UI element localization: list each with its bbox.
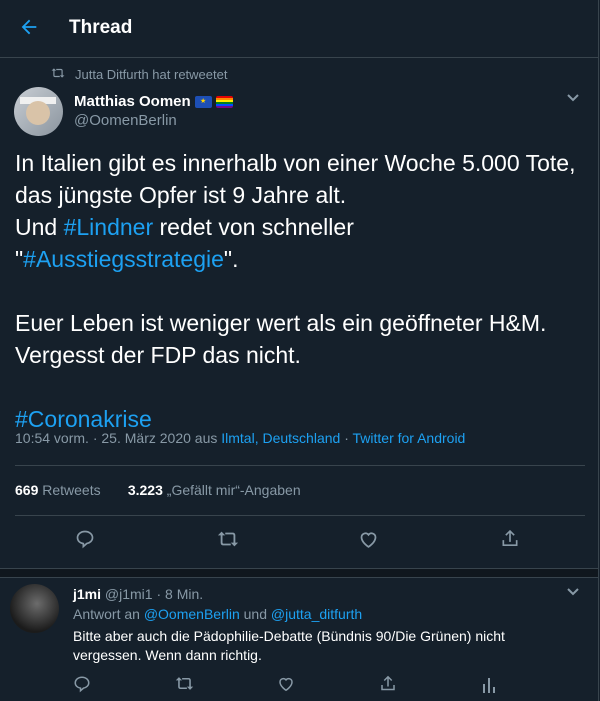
chevron-down-icon[interactable] [566,90,580,106]
retweet-notice-text: Jutta Ditfurth hat retweetet [75,67,228,82]
retweet-notice[interactable]: Jutta Ditfurth hat retweetet [51,67,227,82]
hashtag-ausstiegsstrategie[interactable]: #Ausstiegsstrategie [23,246,224,272]
eu-flag-icon: ★ [194,95,212,108]
reply-to: Antwort an @OomenBerlin und @jutta_ditfu… [73,606,363,622]
like-icon[interactable] [358,529,379,549]
share-icon[interactable] [500,528,520,549]
tweet-line: Euer Leben ist weniger wert als ein geöf… [15,310,547,336]
hashtag-lindner[interactable]: #Lindner [64,214,154,240]
reply-icon[interactable] [75,529,95,549]
reply-icon[interactable] [73,675,91,693]
analytics-icon[interactable] [481,675,497,693]
tweet-line: Vergesst der FDP das nicht. [15,342,301,368]
author-name-text: Matthias Oomen [74,93,191,110]
tweet-date[interactable]: 25. März 2020 [101,430,191,446]
reply-to-user-ditfurth[interactable]: @jutta_ditfurth [271,606,362,622]
share-icon[interactable] [379,674,397,693]
like-icon[interactable] [277,675,295,692]
tweet-source[interactable]: Twitter for Android [353,430,466,446]
avatar[interactable] [10,584,59,633]
rainbow-flag-icon [215,95,233,108]
back-arrow-icon[interactable] [18,16,42,40]
avatar[interactable] [14,87,63,136]
reply-text: Bitte aber auch die Pädophilie-Debatte (… [73,628,505,663]
tweet-line: "#Ausstiegsstrategie". [15,246,239,272]
section-separator [0,568,598,578]
author-name[interactable]: Matthias Oomen ★ [74,93,233,110]
reply-author-handle[interactable]: @j1mi1 · 8 Min. [101,586,203,602]
retweet-icon [51,67,65,82]
divider [15,515,585,516]
hashtag-coronakrise[interactable]: #Coronakrise [15,406,152,432]
tweet-meta: 10:54 vorm. · 25. März 2020 aus Ilmtal, … [15,430,466,446]
tweet-location[interactable]: Ilmtal, Deutschland [221,430,340,446]
thread-header: Thread [0,0,598,58]
tweet-line: Und #Lindner redet von schneller [15,214,354,240]
thread-view: Thread Jutta Ditfurth hat retweetet Matt… [0,0,599,701]
tweet-line: das jüngste Opfer ist 9 Jahre alt. [15,182,347,208]
reply-to-user-oomen[interactable]: @OomenBerlin [144,606,240,622]
reply-author-name[interactable]: j1mi [73,586,101,602]
author-handle[interactable]: @OomenBerlin [74,112,177,129]
retweet-icon[interactable] [175,675,194,692]
retweet-icon[interactable] [217,529,239,549]
tweet-stats: 669 Retweets 3.223 „Gefällt mir“-Angaben [15,482,301,498]
tweet-time[interactable]: 10:54 vorm. [15,430,89,446]
tweet-text: In Italien gibt es innerhalb von einer W… [15,147,585,435]
chevron-down-icon[interactable] [566,584,580,600]
reply-header: j1mi @j1mi1 · 8 Min. [73,586,203,602]
retweets-stat[interactable]: 669 Retweets [15,482,101,498]
tweet-line: In Italien gibt es innerhalb von einer W… [15,150,576,176]
likes-stat[interactable]: 3.223 „Gefällt mir“-Angaben [128,482,301,498]
divider [15,465,585,466]
page-title: Thread [69,17,133,38]
